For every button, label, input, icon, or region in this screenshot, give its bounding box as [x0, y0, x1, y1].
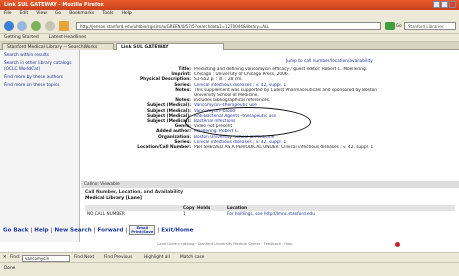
exit-home-link[interactable]: Exit/Home — [161, 228, 193, 234]
find-next-button[interactable]: Find Next — [74, 255, 94, 260]
menu-view[interactable]: View — [36, 11, 47, 17]
holdings-callno: NO CALL NUMBER — [87, 211, 125, 216]
sidebar-item-more-topics[interactable]: Find more on these topics — [4, 83, 76, 88]
status-bar: Done — [0, 262, 459, 276]
highlight-ellipse — [185, 107, 311, 137]
go-back-link[interactable]: Go Back — [3, 228, 28, 234]
holdings-table: Copy Holds Location NO CALL NUMBER 1 For… — [85, 205, 455, 217]
menu-bar: File Edit View Go Bookmarks Tools Help — [0, 10, 459, 18]
find-input[interactable]: vancomycin — [22, 255, 70, 262]
close-icon[interactable] — [449, 1, 456, 8]
back-icon[interactable] — [4, 21, 14, 31]
forward-icon[interactable] — [17, 21, 27, 31]
bookmarks-toolbar: Getting Started Latest Headlines — [0, 34, 459, 42]
tab-searchworks[interactable]: Stanford Medical Library -- SearchWorks — [2, 43, 114, 50]
go-icon[interactable] — [385, 22, 395, 30]
forward-link[interactable]: Forward — [98, 228, 124, 234]
home-icon[interactable] — [59, 21, 69, 31]
stop-icon[interactable] — [45, 21, 55, 31]
find-bar: ✕ Find: vancomycin Find Next Find Previo… — [0, 252, 459, 262]
separator: | — [93, 227, 96, 234]
reload-icon[interactable] — [31, 21, 41, 31]
sidebar: Search within results Search in other li… — [0, 50, 80, 242]
sidebar-item-search-within[interactable]: Search within results — [4, 53, 76, 58]
window-titlebar: Link SUL GATEWAY - Mozilla Firefox — [0, 0, 459, 10]
field-label: Location/Call Number: — [137, 145, 191, 151]
new-search-link[interactable]: New Search — [54, 228, 91, 234]
sidebar-item-more-authors[interactable]: Find more by these authors — [4, 75, 76, 80]
separator: | — [30, 227, 33, 234]
status-text: Done — [4, 266, 16, 271]
email-print-save-button[interactable]: Email Print/Save — [129, 225, 156, 235]
record-content: Jump to call number/location/availabilit… — [81, 50, 459, 242]
maximize-icon[interactable] — [441, 1, 448, 8]
table-row: NO CALL NUMBER 1 For holdings, see http:… — [85, 211, 455, 217]
bookmark-latest-headlines[interactable]: Latest Headlines — [49, 35, 87, 40]
help-link[interactable]: Help — [34, 228, 48, 234]
holdings-holds — [197, 211, 227, 217]
holdings-library: Medical Library [Lane] — [85, 196, 142, 201]
go-button-label[interactable]: Go — [396, 23, 402, 28]
minimize-icon[interactable] — [433, 1, 440, 8]
match-case-checkbox[interactable]: Match case — [180, 255, 204, 260]
window-title: Link SUL GATEWAY - Mozilla Firefox — [4, 2, 104, 8]
status-dot-icon — [395, 242, 400, 247]
highlight-all-button[interactable]: Highlight all — [144, 255, 170, 260]
find-label: Find: — [10, 255, 21, 260]
field-value: PER SHELVED AS A PERIODICAL UNDER: Clini… — [194, 145, 374, 151]
holdings-location-link[interactable]: For holdings, see http://lmnc.stanford.e… — [227, 211, 455, 217]
url-input[interactable]: http://jenson.stanford.edu/uhtbin/cgisir… — [76, 22, 381, 30]
navigation-toolbar: http://jenson.stanford.edu/uhtbin/cgisir… — [0, 18, 459, 34]
callno-bar: Callno: Viewable — [81, 181, 459, 188]
tab-strip: Stanford Medical Library -- SearchWorks … — [0, 42, 459, 50]
print-save-label: Print/Save — [131, 229, 154, 234]
menu-bookmarks[interactable]: Bookmarks — [69, 11, 94, 17]
separator: | — [125, 227, 128, 234]
find-close-icon[interactable]: ✕ — [3, 255, 7, 260]
record-field-row: Location/Call Number: PER SHELVED AS A PE… — [81, 145, 459, 150]
search-input[interactable]: Stanford Libraries — [404, 22, 456, 30]
page-footer: Lane Library catalog · Stanford Universi… — [157, 242, 293, 246]
menu-help[interactable]: Help — [121, 11, 131, 17]
sidebar-item-other-catalogs[interactable]: Search in other library catalogs (OCLC W… — [4, 61, 76, 72]
holdings-copy: 1 — [183, 211, 186, 216]
menu-file[interactable]: File — [4, 11, 12, 17]
bookmark-getting-started[interactable]: Getting Started — [4, 35, 39, 40]
holdings-title: Call Number, Location, and Availability — [85, 190, 184, 195]
find-previous-button[interactable]: Find Previous — [104, 255, 132, 260]
separator: | — [157, 227, 160, 234]
menu-edit[interactable]: Edit — [20, 11, 29, 17]
separator: | — [50, 227, 53, 234]
menu-go[interactable]: Go — [55, 11, 61, 17]
bottom-navigation: Go Back | Help | New Search | Forward | … — [0, 225, 459, 235]
menu-tools[interactable]: Tools — [102, 11, 113, 17]
tab-sul-gateway[interactable]: Link SUL GATEWAY — [116, 43, 224, 50]
window-controls — [433, 1, 456, 8]
jump-to-availability-link[interactable]: Jump to call number/location/availabilit… — [286, 59, 373, 64]
